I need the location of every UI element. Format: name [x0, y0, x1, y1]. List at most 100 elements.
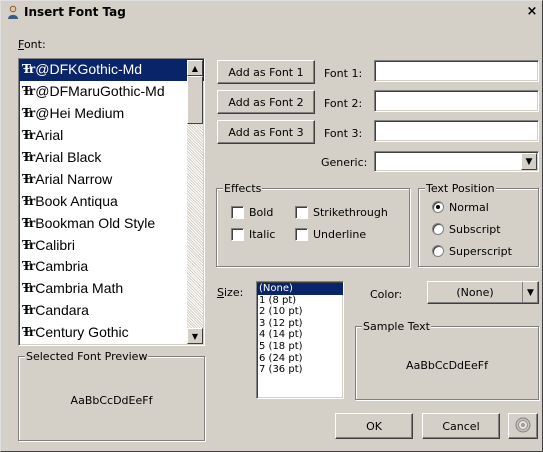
bold-label: Bold	[249, 206, 274, 219]
font-name: @DFMaruGothic-Md	[35, 83, 165, 100]
size-option[interactable]: 2 (10 pt)	[257, 306, 343, 318]
font-name: Cambria Math	[35, 280, 124, 297]
font-list-item[interactable]: Ŧr Century Gothic	[19, 322, 204, 344]
font-list-item[interactable]: Ŧr @DFMaruGothic-Md	[19, 81, 204, 103]
truetype-font-icon: Ŧr	[22, 84, 35, 99]
italic-label: Italic	[249, 228, 276, 241]
cancel-button[interactable]: Cancel	[422, 413, 500, 439]
ok-button[interactable]: OK	[335, 413, 413, 439]
font-name: Book Antiqua	[35, 192, 118, 209]
size-list[interactable]: (None) 1 (8 pt) 2 (10 pt) 3 (12 pt) 4 (14 pt…	[256, 281, 344, 399]
size-option[interactable]: 1 (8 pt)	[257, 295, 343, 307]
color-value: (None)	[456, 286, 494, 299]
truetype-font-icon: Ŧr	[22, 325, 35, 340]
font-list-scrollbar[interactable]: ▲ ▼	[187, 60, 203, 344]
truetype-font-icon: Ŧr	[22, 193, 35, 208]
size-option[interactable]: 4 (14 pt)	[257, 329, 343, 341]
preview-group-title: Selected Font Preview	[25, 350, 149, 363]
font-list-item[interactable]: Ŧr @DFKGothic-Md	[19, 59, 204, 81]
font-name: Arial Black	[35, 149, 102, 165]
normal-label: Normal	[449, 201, 489, 214]
font-name: @Hei Medium	[35, 105, 125, 122]
generic-label: Generic:	[321, 156, 368, 169]
font-list[interactable]: Ŧr @DFKGothic-Md Ŧr @DFMaruGothic-Md Ŧr @Hei …	[18, 58, 205, 346]
font-list-item[interactable]: Ŧr Calibri	[19, 234, 204, 256]
truetype-font-icon: Ŧr	[22, 281, 35, 296]
bold-checkbox[interactable]	[231, 206, 244, 219]
underline-label: Underline	[313, 228, 367, 241]
font-1-field[interactable]	[374, 60, 539, 82]
font-list-item[interactable]: Ŧr @Hei Medium	[19, 103, 204, 125]
color-label: Color:	[370, 288, 403, 301]
font-list-item[interactable]: Ŧr Cambria	[19, 256, 204, 278]
size-option[interactable]: 5 (18 pt)	[257, 341, 343, 353]
add-as-font-1-button[interactable]: Add as Font 1	[217, 60, 315, 84]
font-list-item[interactable]: Ŧr Arial Black	[19, 147, 204, 169]
font-list-item[interactable]: Ŧr Book Antiqua	[19, 190, 204, 212]
text-position-group-title: Text Position	[425, 182, 496, 195]
insert-font-tag-dialog: Insert Font Tag × Font: Ŧr @DFKGothic-Md Ŧ…	[0, 0, 543, 452]
font-3-field[interactable]	[374, 120, 539, 142]
size-option[interactable]: 3 (12 pt)	[257, 318, 343, 330]
selected-font-preview-group: Selected Font Preview AaBbCcDdEeFf	[18, 350, 205, 441]
font-list-item[interactable]: Ŧr Candara	[19, 300, 204, 322]
font-name: @DFKGothic-Md	[35, 61, 143, 78]
effects-group-title: Effects	[223, 182, 263, 195]
truetype-font-icon: Ŧr	[22, 215, 35, 230]
strikethrough-checkbox[interactable]	[295, 206, 308, 219]
subscript-radio[interactable]	[432, 223, 444, 235]
add-as-font-3-button[interactable]: Add as Font 3	[217, 120, 315, 144]
sample-text-group-title: Sample Text	[362, 320, 431, 333]
title-bar[interactable]: Insert Font Tag ×	[2, 2, 541, 22]
font-list-item[interactable]: Ŧr Bookman Old Style	[19, 212, 204, 234]
font-name: Century Gothic	[35, 324, 129, 341]
size-option[interactable]: 7 (36 pt)	[257, 364, 343, 376]
font-2-field[interactable]	[374, 90, 539, 112]
preview-sample: AaBbCcDdEeFf	[70, 394, 153, 407]
size-option[interactable]: 6 (24 pt)	[257, 353, 343, 365]
user-icon	[5, 4, 21, 20]
normal-radio[interactable]	[432, 201, 444, 213]
help-button[interactable]	[508, 413, 538, 439]
sample-text: AaBbCcDdEeFf	[406, 359, 488, 372]
font-name: Arial Narrow	[35, 170, 113, 187]
truetype-font-icon: Ŧr	[22, 62, 35, 77]
font-name: Bookman Old Style	[35, 214, 156, 231]
truetype-font-icon: Ŧr	[22, 106, 35, 121]
font-list-item[interactable]: Ŧr Arial Narrow	[19, 168, 204, 190]
truetype-font-icon: Ŧr	[22, 259, 35, 274]
subscript-label: Subscript	[449, 223, 501, 236]
font-1-label: Font 1:	[324, 67, 363, 80]
color-picker[interactable]: (None) ▼	[427, 281, 539, 304]
truetype-font-icon: Ŧr	[22, 237, 35, 252]
font-name: Calibri	[35, 236, 75, 253]
chevron-down-icon[interactable]: ▼	[521, 153, 537, 170]
font-list-item[interactable]: Ŧr Arial	[19, 125, 204, 147]
strikethrough-label: Strikethrough	[313, 206, 388, 219]
truetype-font-icon: Ŧr	[22, 171, 35, 186]
window-title: Insert Font Tag	[24, 5, 126, 19]
superscript-radio[interactable]	[432, 245, 444, 257]
font-2-label: Font 2:	[324, 97, 363, 110]
font-list-item[interactable]: Ŧr Cambria Math	[19, 278, 204, 300]
generic-select[interactable]: ▼	[374, 151, 539, 172]
font-name: Cambria	[35, 258, 89, 275]
close-icon[interactable]: ×	[525, 4, 539, 20]
size-option[interactable]: (None)	[257, 283, 343, 295]
size-label: Size:	[217, 286, 244, 299]
add-as-font-2-button[interactable]: Add as Font 2	[217, 90, 315, 114]
font-3-label: Font 3:	[324, 127, 363, 140]
truetype-font-icon: Ŧr	[22, 150, 35, 164]
superscript-label: Superscript	[449, 245, 512, 258]
italic-checkbox[interactable]	[231, 228, 244, 241]
truetype-font-icon: Ŧr	[22, 303, 35, 318]
sample-text-group: Sample Text AaBbCcDdEeFf	[355, 320, 539, 400]
font-name: Arial	[35, 127, 64, 144]
font-name: Candara	[35, 302, 89, 319]
help-icon	[515, 417, 531, 436]
chevron-down-icon[interactable]: ▼	[522, 282, 538, 303]
scroll-up-icon[interactable]: ▲	[187, 60, 203, 76]
scroll-down-icon[interactable]: ▼	[187, 328, 203, 344]
scroll-thumb[interactable]	[187, 76, 203, 124]
underline-checkbox[interactable]	[295, 228, 308, 241]
